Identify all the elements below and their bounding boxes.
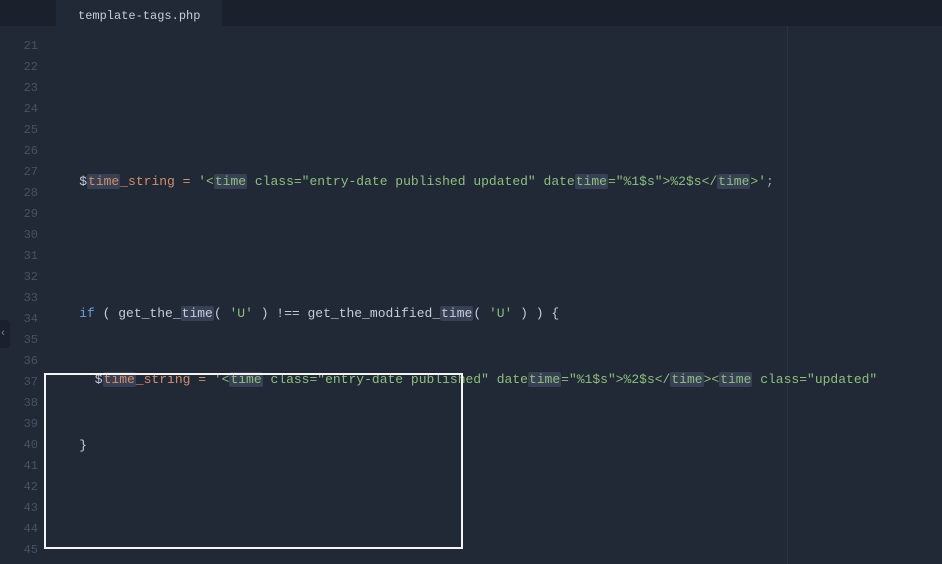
line-number: 42 (0, 477, 48, 498)
code-line: } (48, 435, 942, 456)
line-number: 22 (0, 57, 48, 78)
code-line: $time_string = '<time class="entry-date … (48, 171, 942, 192)
line-number: 44 (0, 519, 48, 540)
line-number: 39 (0, 414, 48, 435)
line-number: 30 (0, 225, 48, 246)
line-number: 45 (0, 540, 48, 561)
line-number: 23 (0, 78, 48, 99)
line-number: 21 (0, 36, 48, 57)
line-number: 26 (0, 141, 48, 162)
line-number: 27 (0, 162, 48, 183)
line-number: 38 (0, 393, 48, 414)
code-line: if ( get_the_time( 'U' ) !== get_the_mod… (48, 303, 942, 324)
line-number: 37 (0, 372, 48, 393)
line-number: 28 (0, 183, 48, 204)
code-pane[interactable]: $time_string = '<time class="entry-date … (48, 26, 942, 564)
code-line (48, 501, 942, 522)
tab-bar: template-tags.php (0, 0, 942, 26)
highlight-box (44, 373, 463, 549)
code-line: $time_string = '<time class="entry-date … (48, 369, 942, 390)
line-number: 41 (0, 456, 48, 477)
line-number: 40 (0, 435, 48, 456)
line-number: 31 (0, 246, 48, 267)
line-number: 43 (0, 498, 48, 519)
line-number: 36 (0, 351, 48, 372)
editor-window: template-tags.php ‹ 21222324252627282930… (0, 0, 942, 564)
tab-active[interactable]: template-tags.php (56, 0, 222, 26)
tab-filename: template-tags.php (78, 9, 200, 23)
line-number: 24 (0, 99, 48, 120)
line-number: 33 (0, 288, 48, 309)
code-line (48, 237, 942, 258)
editor-area: 2122232425262728293031323334353637383940… (0, 26, 942, 564)
line-number: 32 (0, 267, 48, 288)
line-number: 29 (0, 204, 48, 225)
line-number-gutter: 2122232425262728293031323334353637383940… (0, 26, 48, 564)
sidebar-toggle[interactable]: ‹ (0, 320, 10, 348)
line-number: 25 (0, 120, 48, 141)
chevron-left-icon: ‹ (0, 328, 6, 340)
